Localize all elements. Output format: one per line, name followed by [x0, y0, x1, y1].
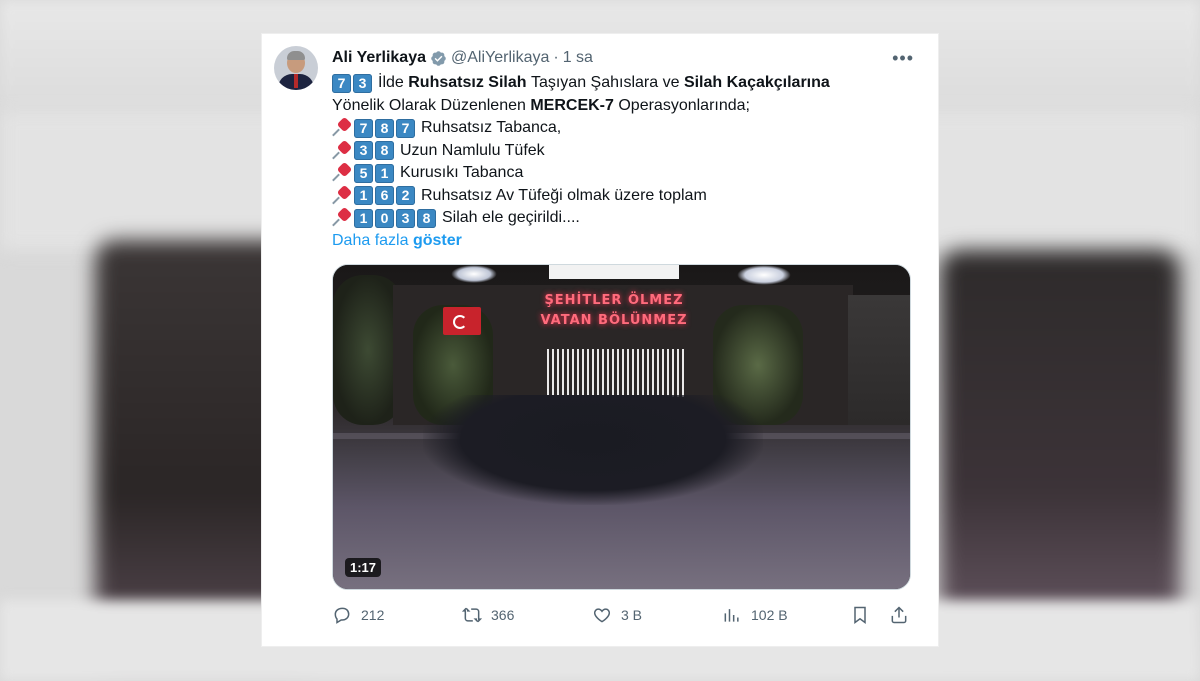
verified-badge-icon — [431, 50, 446, 66]
bookmark-icon — [854, 606, 866, 624]
text-segment: Ruhsatsız Tabanca, — [421, 119, 562, 136]
views-button[interactable]: 102 B — [722, 604, 788, 626]
keycap-number: 51 — [354, 163, 396, 183]
keycap-number: 73 — [332, 73, 374, 93]
bold-segment: MERCEK-7 — [530, 96, 614, 114]
keycap-digit: 7 — [354, 118, 373, 138]
bold-segment: Silah Kaçakçılarına — [683, 74, 830, 91]
scene-light — [549, 265, 679, 279]
scene-building — [848, 295, 910, 425]
author-name[interactable]: Ali Yerlikaya — [332, 49, 426, 67]
keycap-number: 1038 — [354, 208, 438, 228]
tweet-actions: 212 366 3 B 102 B — [332, 604, 912, 626]
sign-line: ŞEHİTLER ÖLMEZ — [544, 293, 684, 308]
keycap-digit: 0 — [375, 208, 394, 228]
views-count: 102 B — [751, 607, 788, 623]
views-chart-icon — [724, 609, 739, 622]
tweet-card[interactable]: Ali Yerlikaya @AliYerlikaya · 1 sa ••• 7… — [262, 34, 938, 646]
text-segment: Kurusıkı Tabanca — [400, 164, 524, 181]
video-player[interactable]: ŞEHİTLER ÖLMEZ VATAN BÖLÜNMEZ 1:17 — [332, 264, 911, 590]
tweet-text: 73 İlde Ruhsatsız Silah Taşıyan Şahıslar… — [332, 72, 912, 252]
text-line-2: Yönelik Olarak Düzenlenen MERCEK-7 Opera… — [332, 95, 912, 118]
text-segment: Yönelik Olarak Düzenlenen — [332, 96, 526, 114]
pushpin-icon — [332, 186, 352, 206]
keycap-number: 162 — [354, 186, 417, 206]
text-line-6: 162 Ruhsatsız Av Tüfeği olmak üzere topl… — [332, 185, 912, 208]
keycap-digit: 1 — [354, 186, 373, 206]
keycap-digit: 5 — [354, 163, 373, 183]
repost-count: 366 — [491, 607, 515, 623]
text-line-7: 1038 Silah ele geçirildi.... — [332, 207, 912, 230]
text-segment: Ruhsatsız Av Tüfeği olmak üzere toplam — [421, 186, 707, 204]
avatar[interactable] — [274, 46, 318, 90]
repost-icon — [462, 607, 482, 623]
text-segment: Operasyonlarında; — [618, 96, 750, 114]
scene-lights — [547, 349, 687, 397]
keycap-digit: 7 — [396, 118, 415, 138]
show-more-text[interactable]: Daha fazla — [332, 230, 409, 253]
bold-segment: Ruhsatsız Silah — [408, 74, 527, 91]
bookmark-button[interactable] — [850, 604, 870, 626]
share-button[interactable] — [889, 604, 909, 626]
keycap-digit: 3 — [353, 73, 372, 93]
text-segment: Taşıyan Şahıslara ve — [530, 74, 680, 91]
repost-button[interactable]: 366 — [462, 604, 514, 626]
video-duration: 1:17 — [345, 558, 382, 577]
keycap-number: 38 — [354, 141, 396, 161]
separator-dot: · — [553, 49, 559, 66]
turkish-flag-icon — [443, 307, 481, 335]
keycap-digit: 3 — [396, 208, 415, 228]
show-more-bold[interactable]: göster — [413, 230, 462, 253]
neon-sign: ŞEHİTLER ÖLMEZ VATAN BÖLÜNMEZ — [539, 291, 689, 339]
author-handle[interactable]: @AliYerlikaya — [451, 49, 549, 67]
text-segment: Silah ele geçirildi.... — [442, 209, 580, 226]
pushpin-icon — [332, 141, 352, 161]
keycap-digit: 6 — [375, 186, 394, 206]
pushpin-icon — [332, 163, 352, 183]
text-line-5: 51 Kurusıkı Tabanca — [332, 162, 912, 185]
keycap-digit: 2 — [396, 186, 415, 206]
keycap-digit: 1 — [354, 208, 373, 228]
keycap-digit: 7 — [332, 73, 351, 93]
pushpin-icon — [332, 118, 352, 138]
text-segment: İlde — [378, 74, 404, 91]
keycap-digit: 8 — [375, 141, 394, 161]
text-line-1: 73 İlde Ruhsatsız Silah Taşıyan Şahıslar… — [332, 72, 912, 95]
sign-line: VATAN BÖLÜNMEZ — [540, 313, 688, 328]
keycap-digit: 8 — [375, 118, 394, 138]
text-line-3: 787 Ruhsatsız Tabanca, — [332, 117, 912, 140]
keycap-number: 787 — [354, 118, 417, 138]
scene-light — [451, 265, 497, 283]
keycap-digit: 8 — [417, 208, 436, 228]
timestamp[interactable]: 1 sa — [563, 49, 593, 67]
heart-icon — [593, 608, 611, 623]
text-segment: Uzun Namlulu Tüfek — [400, 141, 545, 159]
keycap-digit: 3 — [354, 141, 373, 161]
share-icon — [891, 606, 907, 624]
scene-light — [737, 265, 791, 285]
keycap-digit: 1 — [375, 163, 394, 183]
reply-icon — [334, 607, 350, 624]
more-horizontal-icon[interactable]: ••• — [892, 48, 914, 69]
text-line-4: 38 Uzun Namlulu Tüfek — [332, 140, 912, 163]
pushpin-icon — [332, 208, 352, 228]
like-count: 3 B — [621, 607, 643, 623]
scene-crowd — [423, 395, 763, 505]
like-button[interactable]: 3 B — [592, 604, 642, 626]
tweet-header: Ali Yerlikaya @AliYerlikaya · 1 sa — [332, 48, 593, 68]
show-more-link[interactable]: Daha fazla göster — [332, 230, 912, 253]
reply-button[interactable]: 212 — [332, 604, 384, 626]
reply-count: 212 — [361, 607, 385, 623]
